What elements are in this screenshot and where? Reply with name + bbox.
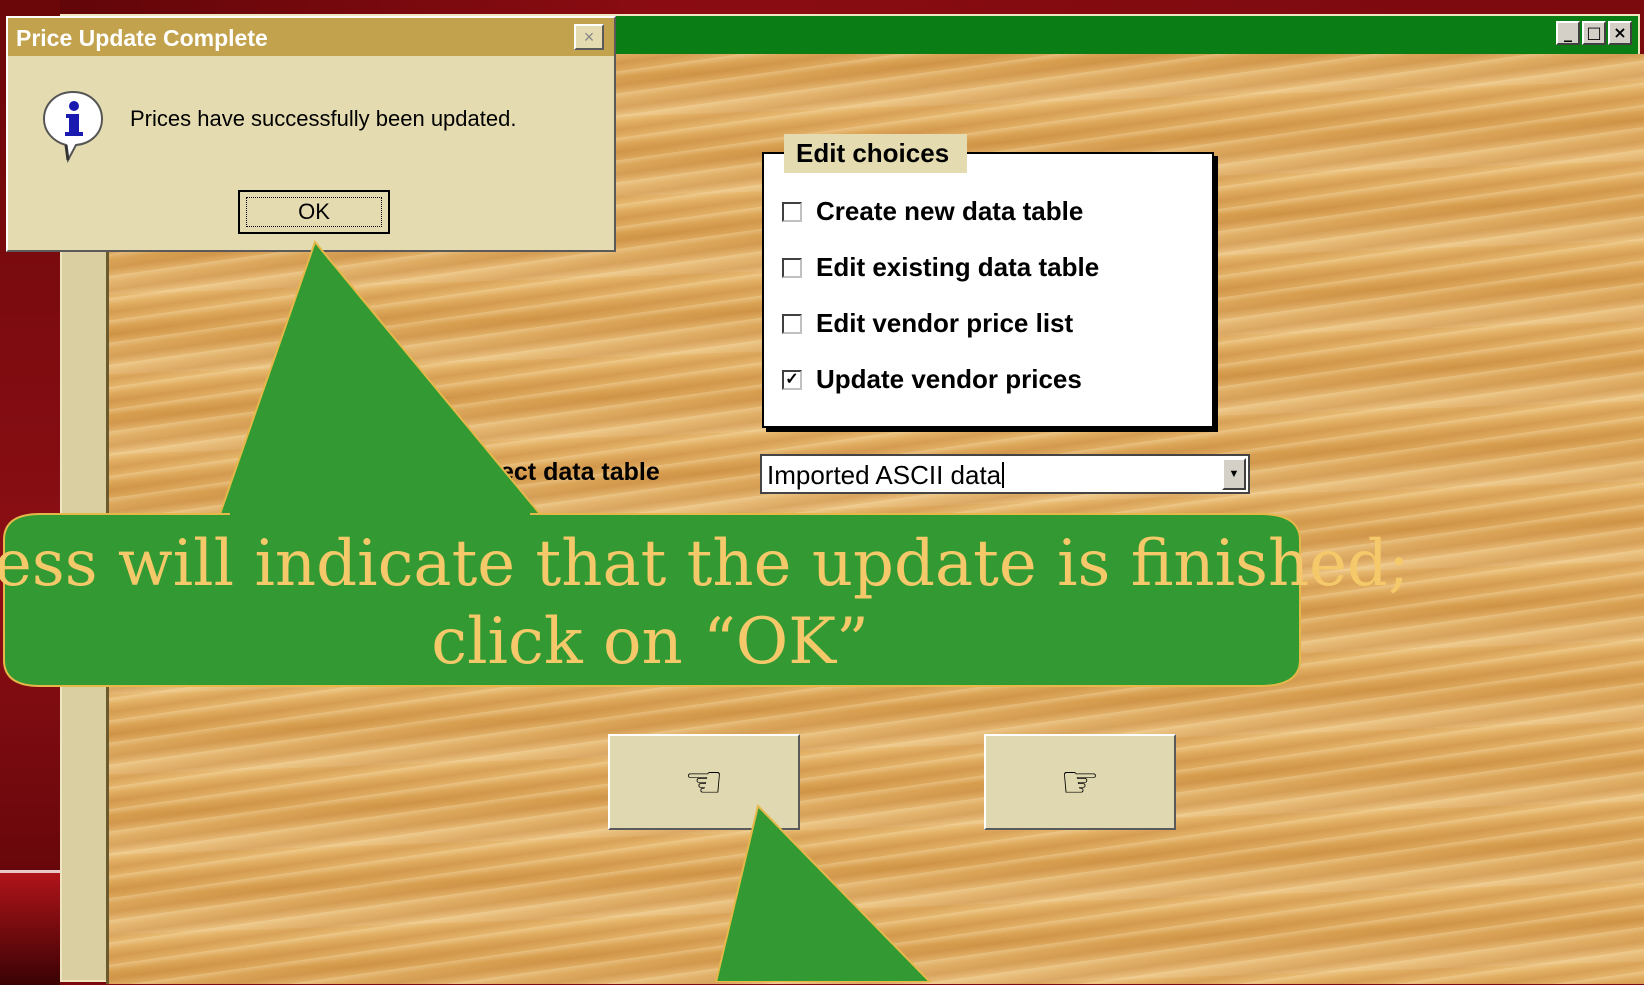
callout-line-2: click on “OK”: [431, 605, 869, 679]
callout-shape: [3, 239, 1301, 982]
callout-line-1: ess will indicate that the update is fin…: [0, 527, 1410, 601]
callout-text: ess will indicate that the update is fin…: [0, 525, 1410, 681]
